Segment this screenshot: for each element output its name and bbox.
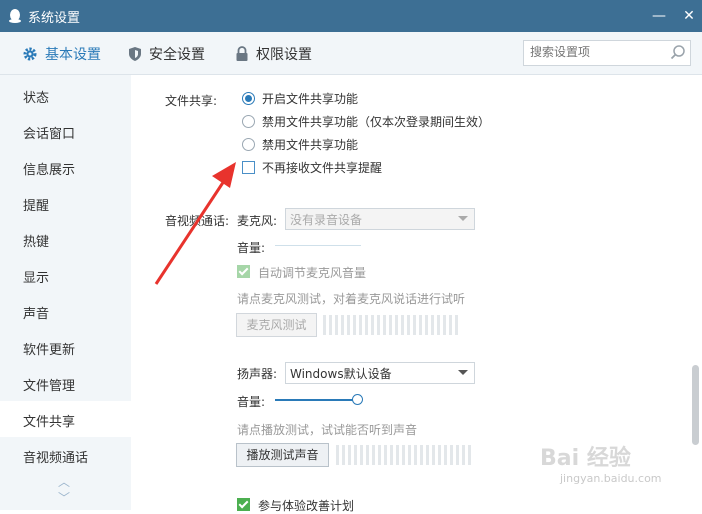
- watermark-url: jingyan.baidu.com: [560, 472, 662, 485]
- red-arrow-annotation: [154, 162, 236, 285]
- watermark-logo: Bai 经验: [540, 446, 631, 471]
- arrow-head: [212, 162, 236, 188]
- arrow-shaft: [154, 180, 226, 285]
